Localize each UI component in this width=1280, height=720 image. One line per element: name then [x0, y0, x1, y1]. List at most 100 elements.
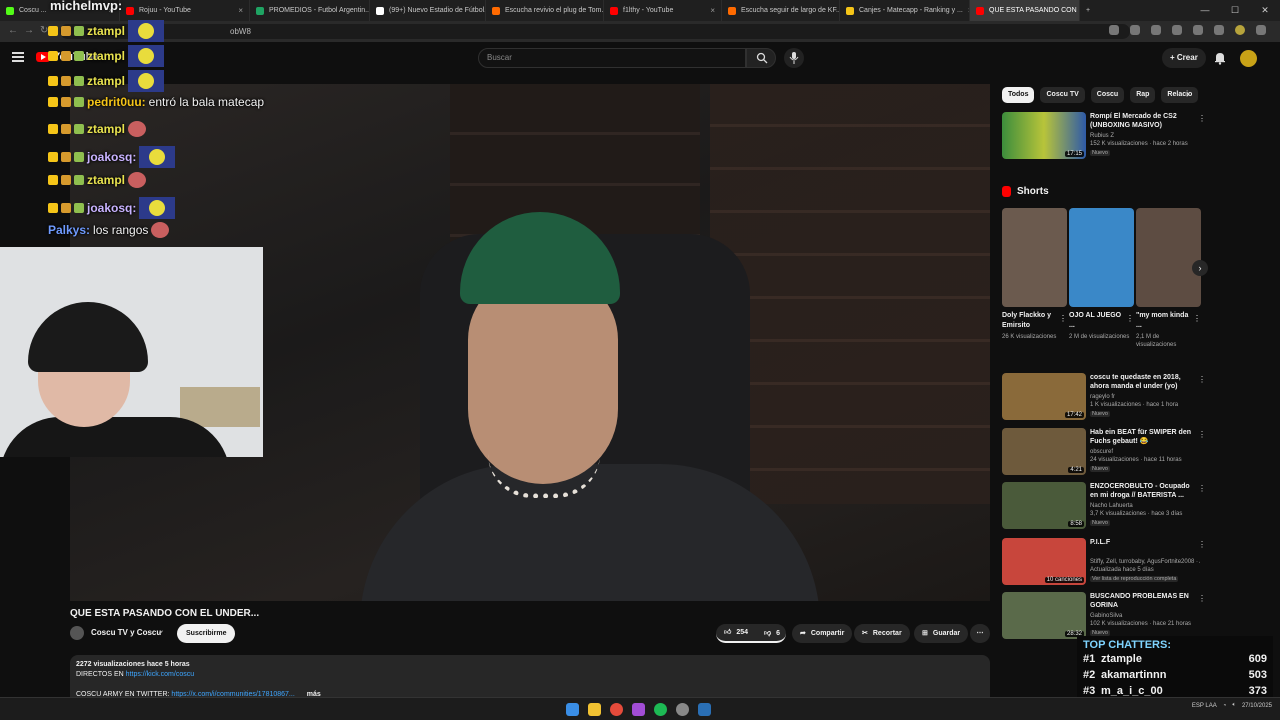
short-item[interactable]: OJO AL JUEGO ... 2 M de visualizaciones ⋮	[1069, 208, 1134, 341]
recommended-video[interactable]: 10 canciones P.I.L.F Stiffy, Zell, turroba…	[1002, 538, 1206, 590]
create-button[interactable]: + Crear	[1162, 48, 1206, 68]
voice-search-button[interactable]	[784, 48, 804, 68]
channel-name[interactable]: Rubius Z	[1090, 132, 1200, 140]
browser-tab[interactable]: f1lthy - YouTube ×	[604, 0, 722, 21]
steam-icon[interactable]	[698, 703, 711, 716]
subscribe-button[interactable]: Suscribirme	[177, 624, 236, 643]
date-label[interactable]: 27/10/2025	[1242, 703, 1272, 709]
browser-tab[interactable]: Escucha revivio el plug de Tom...×	[486, 0, 604, 21]
short-item[interactable]: Doly Flackko y Emirsito 26 K visualizacio…	[1002, 208, 1067, 341]
dislike-count: 6	[776, 630, 781, 637]
dislike-button[interactable]: 👎︎ 6	[756, 624, 788, 643]
more-options-icon[interactable]: ⋮	[1198, 540, 1206, 549]
more-options-icon[interactable]: ⋮	[1198, 375, 1206, 384]
new-tab-icon[interactable]: +	[1080, 0, 1096, 21]
windows-start-icon[interactable]	[566, 703, 579, 716]
video-title[interactable]: P.I.L.F	[1090, 538, 1196, 547]
filter-chip[interactable]: Relacio	[1161, 87, 1199, 103]
maximize-icon[interactable]: ☐	[1220, 0, 1250, 21]
filter-chip[interactable]: Coscu TV	[1040, 87, 1085, 103]
extension-icon[interactable]	[1151, 25, 1161, 35]
more-options-icon[interactable]: ⋮	[1126, 314, 1134, 323]
filter-chip[interactable]: Todos	[1002, 87, 1035, 103]
chat-username: ztampl	[87, 173, 126, 187]
short-thumbnail[interactable]	[1136, 208, 1201, 307]
recommended-video[interactable]: 8:58 ENZOCEROBULTO - Ocupado en mi droga …	[1002, 482, 1206, 534]
video-title[interactable]: coscu te quedaste en 2018, ahora manda e…	[1090, 373, 1196, 391]
language-indicator[interactable]: ESP LAA	[1192, 703, 1217, 709]
extension-icon[interactable]	[1172, 25, 1182, 35]
extension-icon[interactable]	[1214, 25, 1224, 35]
short-title[interactable]: OJO AL JUEGO ...	[1069, 311, 1125, 331]
notifications-bell-icon[interactable]	[1213, 51, 1227, 65]
search-input[interactable]: Buscar	[478, 48, 746, 68]
video-thumbnail[interactable]: 8:58	[1002, 482, 1086, 529]
chrome-icon[interactable]	[610, 703, 623, 716]
chevron-right-icon[interactable]: ›	[1192, 260, 1208, 276]
obs-icon[interactable]	[632, 703, 645, 716]
recommended-video[interactable]: 4:21 Hab ein BEAT für SWIPER den Fuchs ge…	[1002, 428, 1206, 480]
user-avatar[interactable]	[1240, 50, 1257, 67]
browser-tab[interactable]: (99+) Nuevo Estadio de Fútbol...×	[370, 0, 486, 21]
more-options-icon[interactable]: ⋮	[1059, 314, 1067, 323]
more-options-icon[interactable]: ⋮	[1198, 594, 1206, 603]
close-icon[interactable]: ✕	[1250, 0, 1280, 21]
clip-button[interactable]: ✂ Recortar	[854, 624, 910, 643]
more-options-icon[interactable]: ⋮	[1198, 114, 1206, 123]
thumbs-down-icon: 👎︎	[764, 630, 772, 637]
spotify-icon[interactable]	[654, 703, 667, 716]
video-meta: 24 visualizaciones · hace 11 horas	[1090, 457, 1182, 463]
description-link[interactable]: https://kick.com/coscu	[126, 671, 194, 678]
profile-icon[interactable]	[1235, 25, 1245, 35]
more-options-icon[interactable]: ⋮	[1198, 484, 1206, 493]
more-actions-button[interactable]: ⋯	[970, 624, 990, 643]
video-thumbnail[interactable]: 10 canciones	[1002, 538, 1086, 585]
tab-favicon-icon	[976, 6, 984, 15]
video-thumbnail[interactable]: 28:32	[1002, 592, 1086, 639]
video-title[interactable]: ENZOCEROBULTO - Ocupado en mi droga // B…	[1090, 482, 1196, 500]
video-thumbnail[interactable]: 17:42	[1002, 373, 1086, 420]
share-button[interactable]: ➦ Compartir	[792, 624, 853, 643]
bookmark-icon[interactable]	[1130, 25, 1140, 35]
file-explorer-icon[interactable]	[588, 703, 601, 716]
filter-chip[interactable]: Coscu	[1090, 87, 1125, 103]
video-thumbnail[interactable]: 4:21	[1002, 428, 1086, 475]
short-thumbnail[interactable]	[1069, 208, 1134, 307]
video-title[interactable]: Hab ein BEAT für SWIPER den Fuchs gebaut…	[1090, 428, 1196, 446]
volume-icon[interactable]: 🔈︎	[1232, 702, 1236, 709]
channel-name[interactable]: Nacho Lahuerta	[1090, 502, 1200, 510]
more-options-icon[interactable]: ⋮	[1198, 430, 1206, 439]
short-title[interactable]: "my mom kinda ...	[1136, 311, 1192, 331]
channel-name[interactable]: Stiffy, Zell, turrobaby, AgusFortnite200…	[1090, 558, 1200, 566]
extension-icon[interactable]	[1109, 25, 1119, 35]
channel-name[interactable]: Coscu TV y Coscu	[91, 628, 161, 637]
recommended-video[interactable]: 17:15 Rompí El Mercado de CS2 (UNBOXING …	[1002, 112, 1206, 167]
search-button[interactable]	[746, 48, 776, 68]
chevron-right-icon[interactable]: ›	[1186, 89, 1189, 100]
wifi-icon[interactable]: ◔	[1223, 703, 1227, 709]
extension-icon[interactable]	[1193, 25, 1203, 35]
short-thumbnail[interactable]	[1002, 208, 1067, 307]
channel-name[interactable]: GabinoSilva	[1090, 612, 1200, 620]
browser-tab[interactable]: QUE ESTA PASANDO CON E...×	[970, 0, 1080, 21]
video-title[interactable]: BUSCANDO PROBLEMAS EN GORINA	[1090, 592, 1196, 610]
short-title[interactable]: Doly Flackko y Emirsito	[1002, 311, 1058, 331]
channel-name[interactable]: rageylo fr	[1090, 393, 1200, 401]
channel-avatar[interactable]	[70, 626, 84, 640]
video-thumbnail[interactable]: 17:15	[1002, 112, 1086, 159]
tab-title: QUE ESTA PASANDO CON E...	[989, 7, 1080, 14]
video-title[interactable]: Rompí El Mercado de CS2 (UNBOXING MASIVO…	[1090, 112, 1196, 130]
tab-close-icon[interactable]: ×	[710, 6, 715, 15]
browser-menu-icon[interactable]	[1256, 25, 1266, 35]
save-button[interactable]: ⊞ Guardar	[914, 624, 969, 643]
more-options-icon[interactable]: ⋮	[1193, 314, 1201, 323]
browser-tab[interactable]: Escucha seguir de largo de KF...×	[722, 0, 840, 21]
recommended-video[interactable]: 17:42 coscu te quedaste en 2018, ahora ma…	[1002, 373, 1206, 425]
minimize-icon[interactable]: —	[1190, 0, 1220, 21]
github-icon[interactable]	[676, 703, 689, 716]
short-item[interactable]: "my mom kinda ... 2,1 M de visualizacione…	[1136, 208, 1201, 349]
channel-name[interactable]: obscuref	[1090, 448, 1200, 456]
browser-tab[interactable]: Canjes - Matecapp - Ranking y ...×	[840, 0, 970, 21]
save-label: Guardar	[932, 630, 961, 637]
filter-chip[interactable]: Rap	[1130, 87, 1156, 103]
